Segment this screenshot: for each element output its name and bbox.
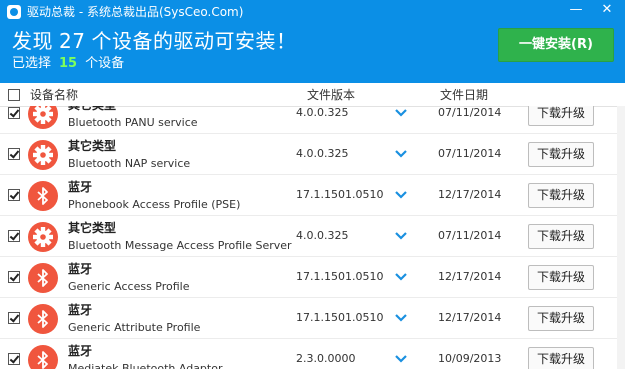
download-upgrade-button[interactable]: 下载升级 (528, 224, 594, 249)
device-row[interactable]: 其它类型 Bluetooth NAP service 4.0.0.325 07/… (0, 134, 625, 175)
headline-prefix: 发现 (12, 29, 53, 53)
chevron-down-icon[interactable] (393, 187, 409, 201)
header-banner: 驱动总裁 - 系统总裁出品(SysCeo.Com) — ✕ 发现 27 个设备的驱动… (0, 0, 625, 83)
gear-icon (28, 106, 58, 129)
close-button[interactable]: ✕ (594, 0, 620, 22)
selected-count: 15 (59, 56, 78, 71)
bluetooth-icon (28, 345, 58, 369)
headline: 发现 27 个设备的驱动可安装！ (12, 28, 296, 54)
device-name: Bluetooth NAP service (68, 157, 191, 170)
one-click-install-button[interactable]: 一键安装(R) (498, 28, 614, 62)
device-date: 12/17/2014 (438, 188, 502, 201)
device-list[interactable]: 其它类型 Bluetooth PANU service 4.0.0.325 07… (0, 106, 625, 369)
device-type: 蓝牙 (68, 262, 93, 276)
device-date: 07/11/2014 (438, 106, 502, 119)
device-name: Generic Attribute Profile (68, 321, 201, 334)
download-upgrade-button[interactable]: 下载升级 (528, 142, 594, 167)
bluetooth-icon (28, 181, 58, 211)
selected-suffix: 个设备 (85, 56, 125, 71)
device-checkbox[interactable] (8, 148, 20, 160)
device-version: 4.0.0.325 (296, 147, 349, 160)
device-row[interactable]: 蓝牙 Mediatek Bluetooth Adaptor 2.3.0.0000… (0, 339, 625, 369)
column-file-version[interactable]: 文件版本 (307, 88, 355, 103)
device-date: 12/17/2014 (438, 270, 502, 283)
device-date: 10/09/2013 (438, 352, 502, 365)
download-upgrade-button[interactable]: 下载升级 (528, 265, 594, 290)
headline-suffix: 个设备的驱动可安装！ (91, 29, 297, 53)
device-type: 蓝牙 (68, 303, 93, 317)
device-type: 蓝牙 (68, 180, 93, 194)
download-upgrade-button[interactable]: 下载升级 (528, 306, 594, 331)
column-device-name[interactable]: 设备名称 (30, 88, 78, 103)
select-all-checkbox[interactable] (8, 89, 20, 101)
download-upgrade-button[interactable]: 下载升级 (528, 183, 594, 208)
device-version: 4.0.0.325 (296, 229, 349, 242)
chevron-down-icon[interactable] (393, 146, 409, 160)
device-row[interactable]: 蓝牙 Phonebook Access Profile (PSE) 17.1.1… (0, 175, 625, 216)
download-upgrade-button[interactable]: 下载升级 (528, 347, 594, 369)
chevron-down-icon[interactable] (393, 106, 409, 119)
title-bar[interactable]: 驱动总裁 - 系统总裁出品(SysCeo.Com) — ✕ (0, 0, 625, 24)
device-version: 4.0.0.325 (296, 106, 349, 119)
download-upgrade-button[interactable]: 下载升级 (528, 106, 594, 126)
device-checkbox[interactable] (8, 107, 20, 119)
column-header: 设备名称 文件版本 文件日期 (0, 85, 625, 107)
gear-icon (28, 222, 58, 252)
bluetooth-icon (28, 304, 58, 334)
device-version: 17.1.1501.0510 (296, 311, 384, 324)
chevron-down-icon[interactable] (393, 351, 409, 365)
device-type: 其它类型 (68, 106, 116, 113)
minimize-button[interactable]: — (563, 0, 589, 22)
driver-count: 27 (59, 29, 86, 53)
device-name: Phonebook Access Profile (PSE) (68, 198, 241, 211)
scrollbar[interactable] (617, 106, 625, 369)
device-row[interactable]: 其它类型 Bluetooth Message Access Profile Se… (0, 216, 625, 257)
chevron-down-icon[interactable] (393, 269, 409, 283)
column-file-date[interactable]: 文件日期 (440, 88, 488, 103)
device-name: Bluetooth PANU service (68, 116, 198, 129)
chevron-down-icon[interactable] (393, 228, 409, 242)
device-type: 其它类型 (68, 221, 117, 235)
device-version: 17.1.1501.0510 (296, 188, 384, 201)
device-date: 07/11/2014 (438, 147, 502, 160)
device-checkbox[interactable] (8, 312, 20, 324)
chevron-down-icon[interactable] (393, 310, 409, 324)
app-logo-icon (7, 5, 21, 19)
device-type: 其它类型 (68, 139, 117, 153)
device-row[interactable]: 其它类型 Bluetooth PANU service 4.0.0.325 07… (0, 106, 625, 134)
device-date: 07/11/2014 (438, 229, 502, 242)
device-name: Generic Access Profile (68, 280, 190, 293)
device-type: 蓝牙 (68, 344, 93, 358)
window-title: 驱动总裁 - 系统总裁出品(SysCeo.Com) (27, 5, 244, 19)
device-checkbox[interactable] (8, 271, 20, 283)
device-checkbox[interactable] (8, 230, 20, 242)
device-date: 12/17/2014 (438, 311, 502, 324)
device-checkbox[interactable] (8, 353, 20, 365)
device-version: 2.3.0.0000 (296, 352, 356, 365)
device-name: Mediatek Bluetooth Adaptor (68, 362, 223, 369)
device-name: Bluetooth Message Access Profile Server (68, 239, 292, 252)
gear-icon (28, 140, 58, 170)
device-row[interactable]: 蓝牙 Generic Attribute Profile 17.1.1501.0… (0, 298, 625, 339)
selected-prefix: 已选择 (12, 56, 52, 71)
bluetooth-icon (28, 263, 58, 293)
device-version: 17.1.1501.0510 (296, 270, 384, 283)
selected-summary: 已选择 15 个设备 (12, 55, 124, 72)
device-row[interactable]: 蓝牙 Generic Access Profile 17.1.1501.0510… (0, 257, 625, 298)
device-checkbox[interactable] (8, 189, 20, 201)
